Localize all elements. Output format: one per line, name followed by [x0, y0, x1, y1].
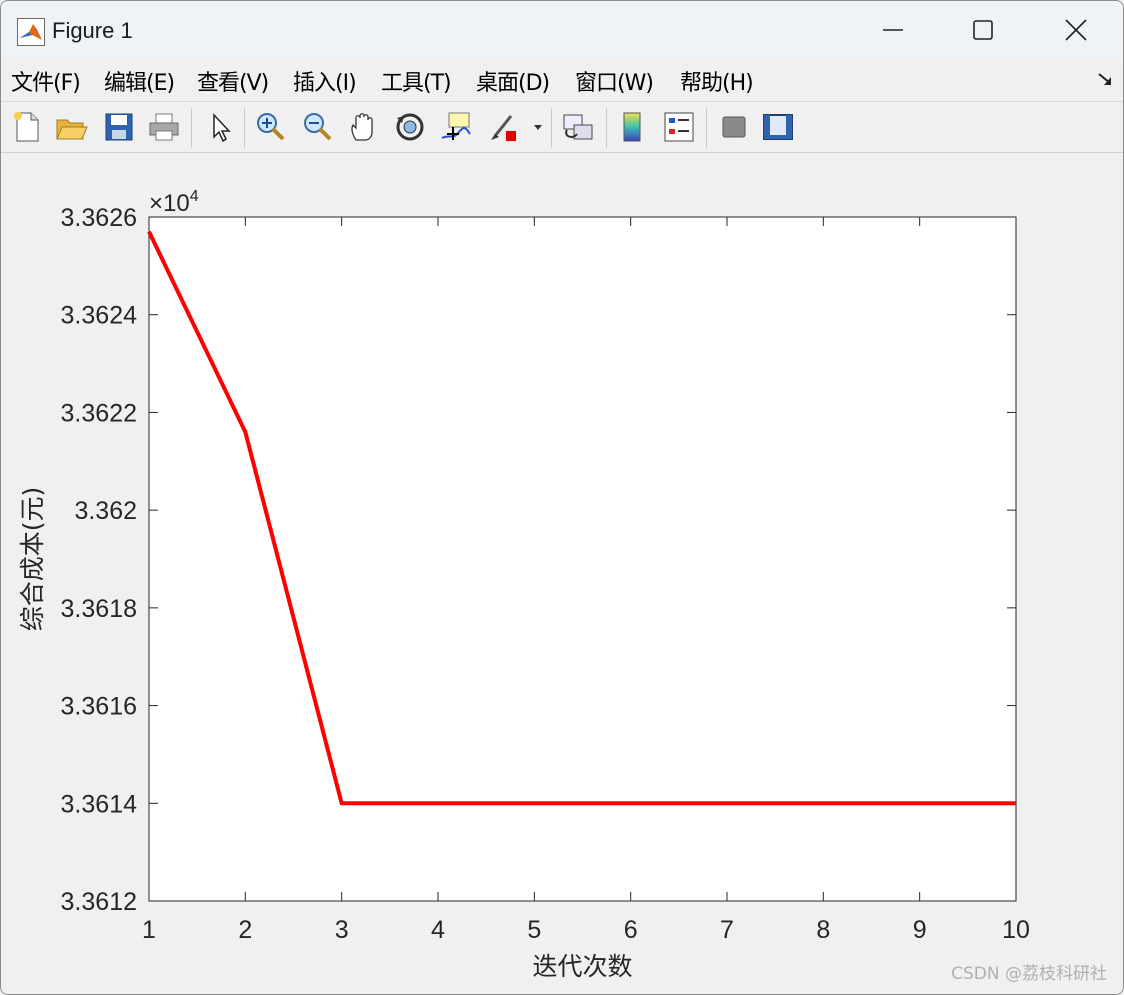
window-title: Figure 1 — [52, 18, 133, 43]
x-tick-label: 5 — [527, 916, 541, 944]
legend-icon[interactable] — [662, 110, 696, 144]
menu-window[interactable]: 窗口(W) — [575, 65, 654, 97]
toolbar-separator — [244, 108, 245, 148]
brush-dropdown-icon[interactable] — [531, 110, 545, 144]
select-arrow-icon[interactable] — [204, 110, 238, 144]
pan-hand-icon[interactable] — [347, 110, 381, 144]
x-tick-label: 7 — [720, 916, 734, 944]
colorbar-icon[interactable] — [615, 110, 649, 144]
toolbar-separator — [706, 108, 707, 148]
matlab-logo-icon — [17, 18, 45, 46]
menu-file[interactable]: 文件(F) — [11, 65, 81, 97]
watermark: CSDN @荔枝科研社 — [951, 964, 1107, 984]
save-icon[interactable] — [102, 110, 136, 144]
menu-edit[interactable]: 编辑(E) — [104, 65, 175, 97]
toolbar-separator — [551, 108, 552, 148]
menu-insert[interactable]: 插入(I) — [293, 65, 357, 97]
x-axis-label: 迭代次数 — [532, 952, 632, 981]
menu-desktop[interactable]: 桌面(D) — [476, 65, 550, 97]
y-axis-label: 综合成本(元) — [18, 487, 47, 632]
figure-window: Figure 1 文件(F) 编辑(E) 查看(V) 插入(I) 工具(T) 桌… — [0, 0, 1124, 995]
y-tick-label: 3.3624 — [61, 302, 138, 330]
y-exponent-label: ×104 — [149, 188, 199, 217]
maximize-button[interactable] — [937, 1, 1029, 59]
rotate-3d-icon[interactable] — [393, 110, 427, 144]
data-cursor-icon[interactable] — [439, 110, 473, 144]
zoom-out-icon[interactable] — [301, 110, 335, 144]
open-file-icon[interactable] — [54, 110, 88, 144]
show-plot-tools-icon[interactable] — [761, 110, 795, 144]
figure-canvas: 1 2 3 4 5 6 7 8 9 10 3.3612 3.3614 3.3616 3.3618 3.362… — [1, 153, 1123, 994]
y-tick-label: 3.3618 — [61, 595, 137, 623]
maximize-icon — [973, 20, 993, 40]
zoom-in-icon[interactable] — [254, 110, 288, 144]
y-tick-label: 3.362 — [74, 497, 137, 525]
x-tick-label: 2 — [238, 916, 252, 944]
y-tick-label: 3.3612 — [61, 888, 137, 916]
print-icon[interactable] — [147, 110, 181, 144]
menu-bar: 文件(F) 编辑(E) 查看(V) 插入(I) 工具(T) 桌面(D) 窗口(W… — [1, 59, 1123, 102]
close-button[interactable] — [1030, 1, 1122, 59]
x-tick-label: 9 — [913, 916, 927, 944]
x-tick-label: 10 — [1002, 916, 1030, 944]
title-bar[interactable]: Figure 1 — [1, 1, 1123, 59]
x-tick-label: 3 — [335, 916, 349, 944]
y-tick-label: 3.3622 — [61, 399, 137, 427]
toolbar-separator — [606, 108, 607, 148]
minimize-icon — [883, 29, 903, 31]
toolbar-separator — [191, 108, 192, 148]
hide-plot-tools-icon[interactable] — [717, 110, 751, 144]
x-tick-label: 8 — [816, 916, 830, 944]
menu-tools[interactable]: 工具(T) — [381, 65, 452, 97]
x-tick-label: 6 — [624, 916, 638, 944]
minimize-button[interactable] — [847, 1, 939, 59]
x-tick-label: 1 — [142, 916, 156, 944]
y-tick-label: 3.3614 — [61, 790, 138, 818]
close-icon — [1065, 19, 1087, 41]
link-plot-icon[interactable] — [561, 110, 595, 144]
line-chart[interactable]: 1 2 3 4 5 6 7 8 9 10 3.3612 3.3614 3.3616 3.3618 3.362… — [1, 153, 1123, 994]
new-figure-icon[interactable] — [10, 110, 44, 144]
y-tick-label: 3.3626 — [61, 204, 137, 232]
toolbar — [1, 102, 1123, 153]
menu-view[interactable]: 查看(V) — [197, 65, 269, 97]
menu-help[interactable]: 帮助(H) — [680, 65, 754, 97]
y-tick-label: 3.3616 — [61, 693, 137, 721]
dock-arrow-icon[interactable] — [1097, 71, 1113, 87]
brush-icon[interactable] — [487, 110, 521, 144]
x-tick-label: 4 — [431, 916, 445, 944]
